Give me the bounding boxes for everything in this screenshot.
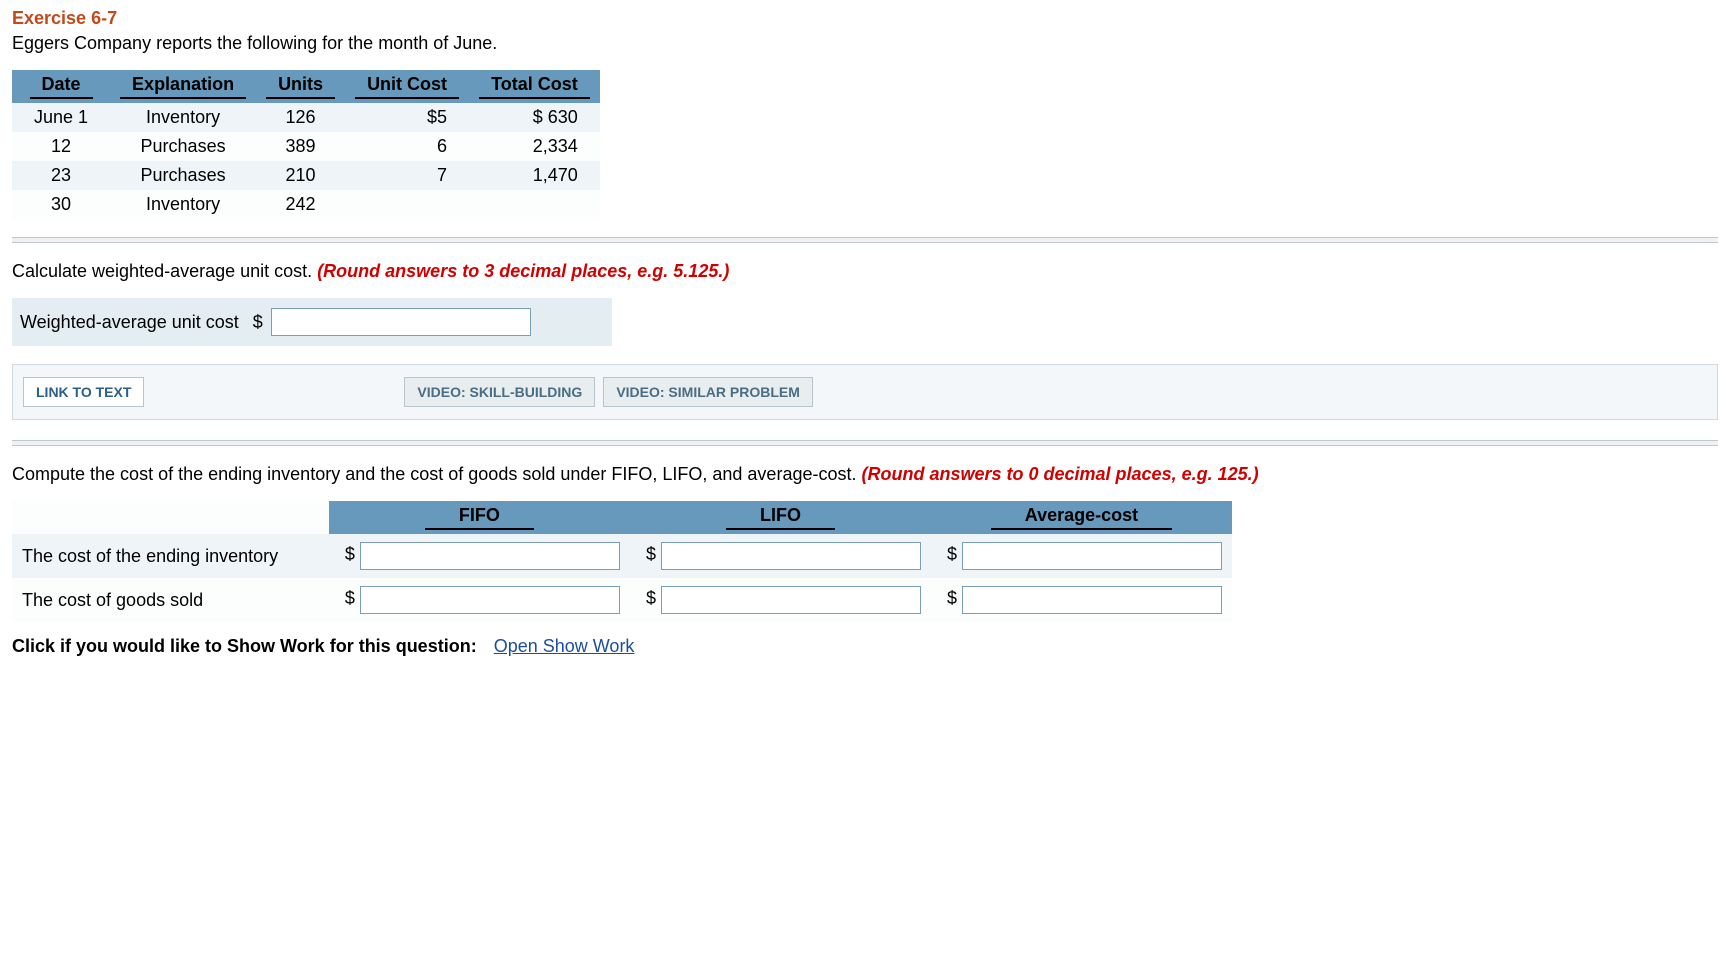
part2-instruction: Compute the cost of the ending inventory… [12,464,1718,485]
instruction-text: Calculate weighted-average unit cost. [12,261,317,281]
th-explanation: Explanation [110,70,256,103]
th-average-cost: Average-cost [931,501,1232,534]
currency-symbol: $ [646,544,656,564]
cell-date: 12 [12,132,110,161]
video-similar-problem-button[interactable]: VIDEO: SIMILAR PROBLEM [603,377,813,407]
ending-inventory-fifo-input[interactable] [360,542,620,570]
currency-symbol: $ [253,312,263,333]
weighted-average-label: Weighted-average unit cost [20,312,239,333]
cogs-average-input[interactable] [962,586,1222,614]
table-row: June 1 Inventory 126 $5 $ 630 [12,103,600,132]
cell-date: June 1 [12,103,110,132]
cogs-lifo-input[interactable] [661,586,921,614]
cell-total [469,190,600,219]
cell-average: $ [931,578,1232,622]
show-work-row: Click if you would like to Show Work for… [12,636,1718,657]
table-row: The cost of the ending inventory $ $ $ [12,534,1232,578]
cell-units: 242 [256,190,345,219]
cell-unit-cost: $5 [345,103,469,132]
open-show-work-link[interactable]: Open Show Work [494,636,635,656]
cell-date: 23 [12,161,110,190]
link-bar: LINK TO TEXT VIDEO: SKILL-BUILDING VIDEO… [12,364,1718,420]
table-row: 12 Purchases 389 6 2,334 [12,132,600,161]
cell-unit-cost [345,190,469,219]
row-label: The cost of the ending inventory [12,534,329,578]
th-units: Units [256,70,345,103]
th-lifo: LIFO [630,501,931,534]
compute-table: FIFO LIFO Average-cost The cost of the e… [12,501,1232,622]
th-date: Date [12,70,110,103]
cell-units: 126 [256,103,345,132]
cell-fifo: $ [329,534,630,578]
show-work-prefix: Click if you would like to Show Work for… [12,636,477,656]
cell-average: $ [931,534,1232,578]
cell-lifo: $ [630,534,931,578]
part1-instruction: Calculate weighted-average unit cost. (R… [12,261,1718,282]
cell-unit-cost: 6 [345,132,469,161]
cell-date: 30 [12,190,110,219]
weighted-average-row: Weighted-average unit cost $ [12,298,612,346]
currency-symbol: $ [345,544,355,564]
video-skill-building-button[interactable]: VIDEO: SKILL-BUILDING [404,377,595,407]
weighted-average-input[interactable] [271,308,531,336]
currency-symbol: $ [947,544,957,564]
cell-total: $ 630 [469,103,600,132]
th-fifo: FIFO [329,501,630,534]
th-unit-cost: Unit Cost [345,70,469,103]
cogs-fifo-input[interactable] [360,586,620,614]
cell-expl: Purchases [110,161,256,190]
cell-units: 389 [256,132,345,161]
cell-expl: Inventory [110,190,256,219]
cell-fifo: $ [329,578,630,622]
currency-symbol: $ [947,588,957,608]
cell-units: 210 [256,161,345,190]
cell-expl: Purchases [110,132,256,161]
data-table: Date Explanation Units Unit Cost Total C… [12,70,600,219]
th-blank [12,501,329,534]
cell-total: 2,334 [469,132,600,161]
exercise-title: Exercise 6-7 [12,8,1718,29]
th-total-cost: Total Cost [469,70,600,103]
instruction-text: Compute the cost of the ending inventory… [12,464,861,484]
table-row: 30 Inventory 242 [12,190,600,219]
instruction-hint: (Round answers to 3 decimal places, e.g.… [317,261,729,281]
divider [12,237,1718,243]
ending-inventory-average-input[interactable] [962,542,1222,570]
link-to-text-button[interactable]: LINK TO TEXT [23,377,144,407]
table-row: 23 Purchases 210 7 1,470 [12,161,600,190]
table-row: The cost of goods sold $ $ $ [12,578,1232,622]
instruction-hint: (Round answers to 0 decimal places, e.g.… [861,464,1258,484]
currency-symbol: $ [646,588,656,608]
cell-total: 1,470 [469,161,600,190]
cell-lifo: $ [630,578,931,622]
cell-expl: Inventory [110,103,256,132]
cell-unit-cost: 7 [345,161,469,190]
ending-inventory-lifo-input[interactable] [661,542,921,570]
intro-text: Eggers Company reports the following for… [12,33,1718,54]
row-label: The cost of goods sold [12,578,329,622]
currency-symbol: $ [345,588,355,608]
divider [12,440,1718,446]
